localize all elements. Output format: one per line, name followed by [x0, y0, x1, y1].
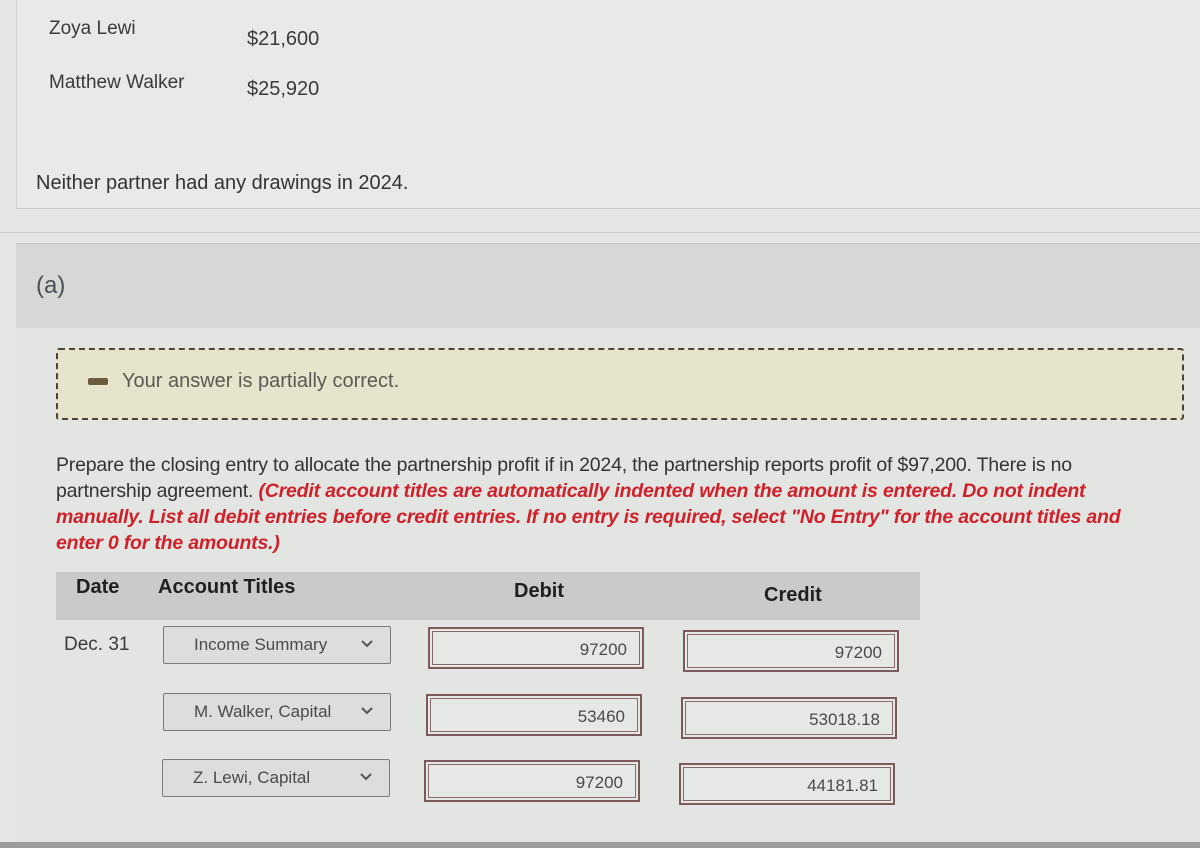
feedback-text: Your answer is partially correct. [122, 370, 400, 392]
partner-amount: $25,920 [247, 78, 320, 100]
drawings-note: Neither partner had any drawings in 2024… [36, 172, 409, 194]
credit-value: 44181.81 [807, 776, 878, 795]
debit-value: 97200 [579, 640, 627, 659]
account-title-value: M. Walker, Capital [194, 702, 332, 721]
debit-input[interactable]: 97200 [424, 760, 640, 802]
debit-input[interactable]: 97200 [428, 627, 644, 669]
part-header: (a) [16, 243, 1200, 329]
divider [0, 232, 1200, 233]
header-debit: Debit [514, 580, 564, 602]
account-title-select[interactable]: Z. Lewi, Capital [162, 759, 390, 797]
chevron-down-icon [361, 707, 373, 715]
credit-input[interactable]: 53018.18 [681, 697, 897, 739]
partner-amount: $21,600 [247, 28, 320, 50]
partner-name: Zoya Lewi [49, 18, 136, 39]
account-title-select[interactable]: Income Summary [163, 626, 391, 664]
debit-input[interactable]: 53460 [426, 694, 642, 736]
account-title-select[interactable]: M. Walker, Capital [163, 693, 391, 731]
credit-input[interactable]: 97200 [683, 630, 899, 672]
account-title-value: Income Summary [194, 635, 328, 654]
chevron-down-icon [360, 773, 372, 781]
journal-table-header: Date Account Titles Debit Credit [56, 572, 920, 620]
account-title-value: Z. Lewi, Capital [193, 768, 311, 787]
question-instructions: Prepare the closing entry to allocate th… [56, 452, 1166, 556]
part-label: (a) [36, 272, 66, 299]
credit-value: 97200 [834, 643, 882, 662]
credit-input[interactable]: 44181.81 [679, 763, 895, 805]
header-credit: Credit [764, 584, 822, 606]
chevron-down-icon [361, 640, 373, 648]
debit-value: 97200 [575, 773, 623, 792]
partial-correct-icon [88, 378, 108, 385]
bottom-edge [0, 842, 1200, 848]
partner-name: Matthew Walker [49, 72, 185, 93]
date-cell: Dec. 31 [64, 634, 130, 655]
credit-value: 53018.18 [809, 710, 880, 729]
header-account-titles: Account Titles [158, 576, 296, 598]
feedback-banner: Your answer is partially correct. [56, 348, 1184, 420]
debit-value: 53460 [577, 707, 625, 726]
header-date: Date [76, 576, 120, 598]
